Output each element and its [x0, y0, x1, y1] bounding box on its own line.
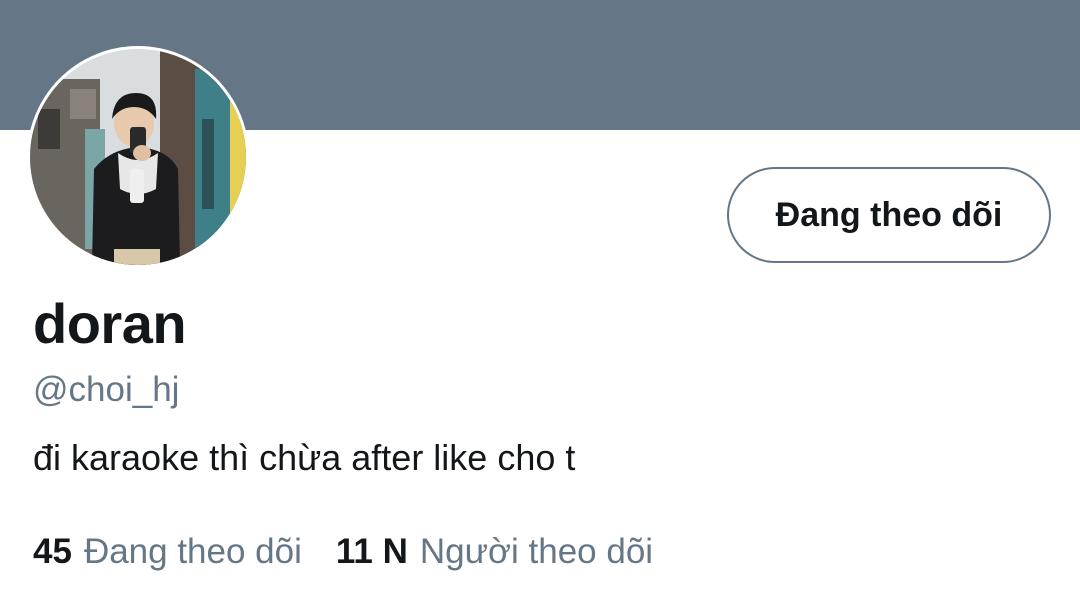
followers-stat[interactable]: 11 N Người theo dõi	[336, 534, 653, 569]
following-button[interactable]: Đang theo dõi	[727, 167, 1051, 263]
followers-count: 11 N	[335, 532, 408, 571]
profile-stats: 45 Đang theo dõi 11 N Người theo dõi	[33, 534, 653, 569]
following-label: Đang theo dõi	[83, 532, 302, 571]
avatar[interactable]	[30, 49, 246, 265]
display-name: doran	[33, 292, 187, 355]
following-stat[interactable]: 45 Đang theo dõi	[33, 534, 302, 569]
profile-bio: đi karaoke thì chừa after like cho t	[33, 437, 576, 478]
user-handle: @choi_hj	[33, 370, 180, 409]
following-count: 45	[33, 532, 72, 571]
following-button-label: Đang theo dõi	[775, 195, 1003, 234]
avatar-photo	[30, 49, 246, 265]
followers-label: Người theo dõi	[419, 532, 654, 571]
